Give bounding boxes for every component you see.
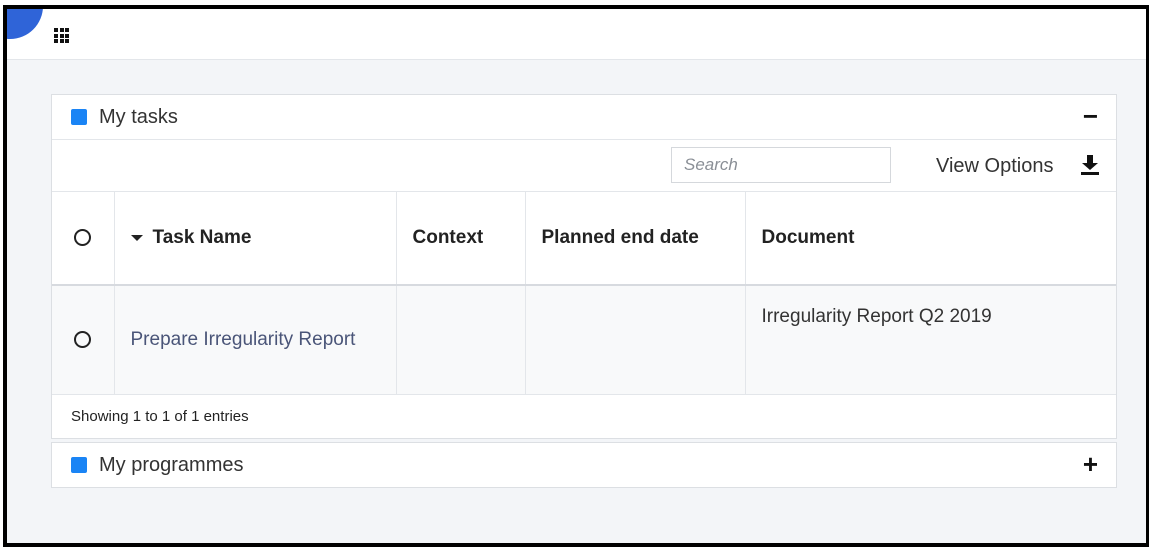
square-icon	[71, 109, 87, 125]
table-row: Prepare Irregularity Report Irregularity…	[52, 285, 1116, 395]
table-toolbar: View Options	[52, 140, 1116, 192]
task-name-cell: Prepare Irregularity Report	[114, 285, 397, 395]
context-cell	[396, 285, 526, 395]
my-tasks-header: My tasks −	[52, 95, 1116, 140]
view-options-button[interactable]: View Options	[936, 155, 1053, 178]
select-all-cell	[52, 192, 115, 286]
column-header-task-name[interactable]: Task Name	[114, 192, 397, 286]
table-header-row: Task Name Context Planned end date Docum…	[52, 192, 1116, 286]
download-icon[interactable]	[1079, 154, 1101, 176]
table-footer: Showing 1 to 1 of 1 entries	[52, 395, 1116, 438]
select-all-radio[interactable]	[74, 229, 92, 247]
menu-button[interactable]	[7, 9, 43, 39]
expand-button[interactable]: +	[1083, 451, 1098, 477]
planned-end-date-cell	[525, 285, 746, 395]
search-input[interactable]	[671, 147, 891, 183]
task-name-link[interactable]: Prepare Irregularity Report	[131, 329, 356, 350]
row-select-cell	[52, 285, 115, 395]
panel-title: My programmes	[99, 454, 244, 476]
column-header-planned-end-date[interactable]: Planned end date	[525, 192, 746, 286]
document-cell: Irregularity Report Q2 2019	[745, 285, 1116, 395]
square-icon	[71, 457, 87, 473]
row-select-radio[interactable]	[74, 331, 92, 349]
tasks-table: Task Name Context Planned end date Docum…	[52, 192, 1116, 395]
top-bar	[7, 9, 1146, 60]
column-header-document[interactable]: Document	[745, 192, 1116, 286]
app-frame: My tasks − View Options Task Name Contex…	[3, 5, 1149, 547]
panel-title: My tasks	[99, 106, 178, 128]
my-programmes-panel: My programmes +	[51, 442, 1117, 488]
my-tasks-panel: My tasks − View Options Task Name Contex…	[51, 94, 1117, 439]
entries-info: Showing 1 to 1 of 1 entries	[71, 408, 249, 425]
apps-grid-icon[interactable]	[54, 28, 69, 43]
column-header-context[interactable]: Context	[396, 192, 526, 286]
sort-caret-icon	[130, 234, 143, 241]
my-programmes-header[interactable]: My programmes +	[52, 443, 1116, 487]
collapse-button[interactable]: −	[1083, 103, 1098, 129]
